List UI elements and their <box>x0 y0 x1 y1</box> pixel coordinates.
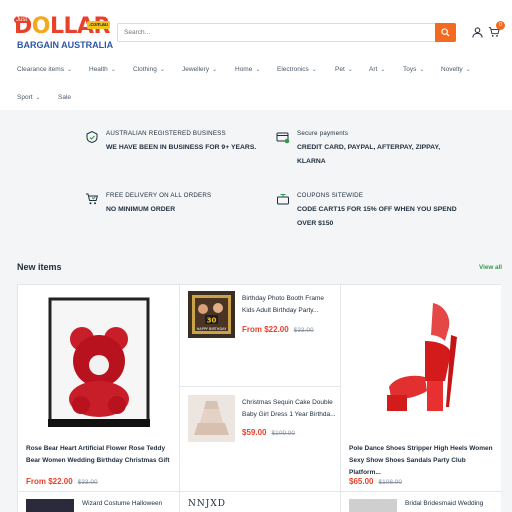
product-price-row: $59.00 $109.00 <box>242 422 295 440</box>
chevron-down-icon: ⌄ <box>110 67 116 73</box>
product-title[interactable]: Birthday Photo Booth Frame Kids Adult Bi… <box>242 293 336 317</box>
feature-title: COUPONS SITEWIDE <box>297 192 364 199</box>
product-image-red-heels <box>387 303 457 411</box>
feature-title: Secure payments <box>297 130 349 137</box>
nav-item-sale[interactable]: Sale <box>58 94 71 101</box>
logo-badge: .com.au <box>87 21 110 29</box>
section-title-new-items: New items <box>17 262 62 272</box>
chevron-down-icon: ⌄ <box>212 67 218 73</box>
feature-title: AUSTRALIAN REGISTERED BUSINESS <box>106 130 226 137</box>
feature-description: NO MINIMUM ORDER <box>106 206 176 213</box>
search-button[interactable] <box>435 23 456 42</box>
nav-item-art[interactable]: Art ⌄ <box>369 66 385 73</box>
feature-description: WE HAVE BEEN IN BUSINESS FOR 9+ YEARS. <box>106 144 257 151</box>
photo-booth-caption: HAPPY BIRTHDAY <box>197 327 228 331</box>
product-old-price: $109.00 <box>271 430 295 437</box>
product-price: $65.00 <box>349 477 374 486</box>
chevron-down-icon: ⌄ <box>465 67 471 73</box>
product-card[interactable]: Rose Bear Heart Artificial Flower Rose T… <box>18 285 179 491</box>
product-price-row: From $22.00 $33.00 <box>26 471 98 489</box>
nav-item-home[interactable]: Home ⌄ <box>235 66 260 73</box>
chevron-down-icon: ⌄ <box>159 67 165 73</box>
product-price: From $22.00 <box>26 477 73 486</box>
site-header: DOLLAR Just .com.au BARGAIN AUSTRALIA 0 … <box>0 0 512 110</box>
chevron-down-icon: ⌄ <box>311 67 317 73</box>
payment-card-icon <box>276 132 290 144</box>
product-price: $59.00 <box>242 428 267 437</box>
product-title[interactable]: Rose Bear Heart Artificial Flower Rose T… <box>26 443 174 467</box>
nav-item-clothing[interactable]: Clothing ⌄ <box>133 66 165 73</box>
search-input[interactable] <box>118 24 434 41</box>
product-old-price: $33.00 <box>77 479 98 486</box>
chevron-down-icon: ⌄ <box>347 67 353 73</box>
logo-subtitle: BARGAIN AUSTRALIA <box>17 40 114 50</box>
product-title[interactable]: Bridal Bridesmaid Wedding <box>405 498 499 510</box>
product-old-price: $108.00 <box>378 479 402 486</box>
product-card[interactable]: NNJXD <box>180 492 340 512</box>
product-price-row: From $22.00 $33.00 <box>242 319 314 337</box>
cart-button[interactable]: 0 <box>486 21 505 40</box>
product-old-price: $33.00 <box>293 327 314 334</box>
search-bar <box>117 23 456 42</box>
product-brand-logo: NNJXD <box>188 499 226 509</box>
product-card[interactable]: Wizard Costume Halloween <box>18 492 179 512</box>
user-icon <box>471 26 483 38</box>
nav-item-health[interactable]: Health ⌄ <box>89 66 116 73</box>
product-image-photo-booth: 30 HAPPY BIRTHDAY <box>188 291 235 338</box>
product-title[interactable]: Christmas Sequin Cake Double Baby Girl D… <box>242 397 336 421</box>
account-button[interactable] <box>469 24 485 40</box>
nav-item-sport[interactable]: Sport ⌄ <box>17 94 41 101</box>
delivery-cart-icon <box>86 193 99 205</box>
product-card[interactable]: Pole Dance Shoes Stripper High Heels Wom… <box>341 285 501 491</box>
product-image-rose-bear <box>48 297 150 427</box>
product-card[interactable]: Bridal Bridesmaid Wedding <box>341 492 501 512</box>
product-image <box>349 499 397 512</box>
nav-item-electronics[interactable]: Electronics ⌄ <box>277 66 317 73</box>
shield-badge-icon <box>86 130 98 144</box>
product-card[interactable]: Christmas Sequin Cake Double Baby Girl D… <box>180 387 340 491</box>
feature-description: CREDIT CARD, PAYPAL, AFTERPAY, ZIPPAY, K… <box>297 144 441 165</box>
nav-item-clearance[interactable]: Clearance items ⌄ <box>17 66 72 73</box>
search-icon <box>441 28 450 37</box>
site-logo[interactable]: DOLLAR Just .com.au BARGAIN AUSTRALIA <box>14 14 113 54</box>
chevron-down-icon: ⌄ <box>419 67 425 73</box>
product-image-sequin-dress <box>188 395 235 442</box>
cart-count-badge: 0 <box>496 21 505 30</box>
nav-item-novelty[interactable]: Novelty ⌄ <box>441 66 471 73</box>
photo-booth-age: 30 <box>207 317 217 325</box>
nav-item-toys[interactable]: Toys ⌄ <box>403 66 424 73</box>
product-grid: Rose Bear Heart Artificial Flower Rose T… <box>17 284 502 512</box>
product-price-row: $65.00 $108.00 <box>349 471 402 489</box>
product-card[interactable]: 30 HAPPY BIRTHDAY Birthday Photo Booth F… <box>180 285 340 385</box>
logo-tag: Just <box>14 17 30 23</box>
coupon-box-icon <box>277 193 289 205</box>
chevron-down-icon: ⌄ <box>255 67 261 73</box>
product-title[interactable]: Wizard Costume Halloween <box>82 498 176 510</box>
nav-item-pet[interactable]: Pet ⌄ <box>335 66 353 73</box>
chevron-down-icon: ⌄ <box>35 95 41 101</box>
view-all-link[interactable]: View all <box>479 264 502 271</box>
nav-item-jewellery[interactable]: Jewellery ⌄ <box>182 66 217 73</box>
feature-title: FREE DELIVERY ON ALL ORDERS <box>106 192 212 199</box>
chevron-down-icon: ⌄ <box>66 67 72 73</box>
feature-description: CODE CART15 FOR 15% OFF WHEN YOU SPEND O… <box>297 206 457 227</box>
chevron-down-icon: ⌄ <box>380 67 386 73</box>
product-price: From $22.00 <box>242 325 289 334</box>
product-image <box>26 499 74 512</box>
